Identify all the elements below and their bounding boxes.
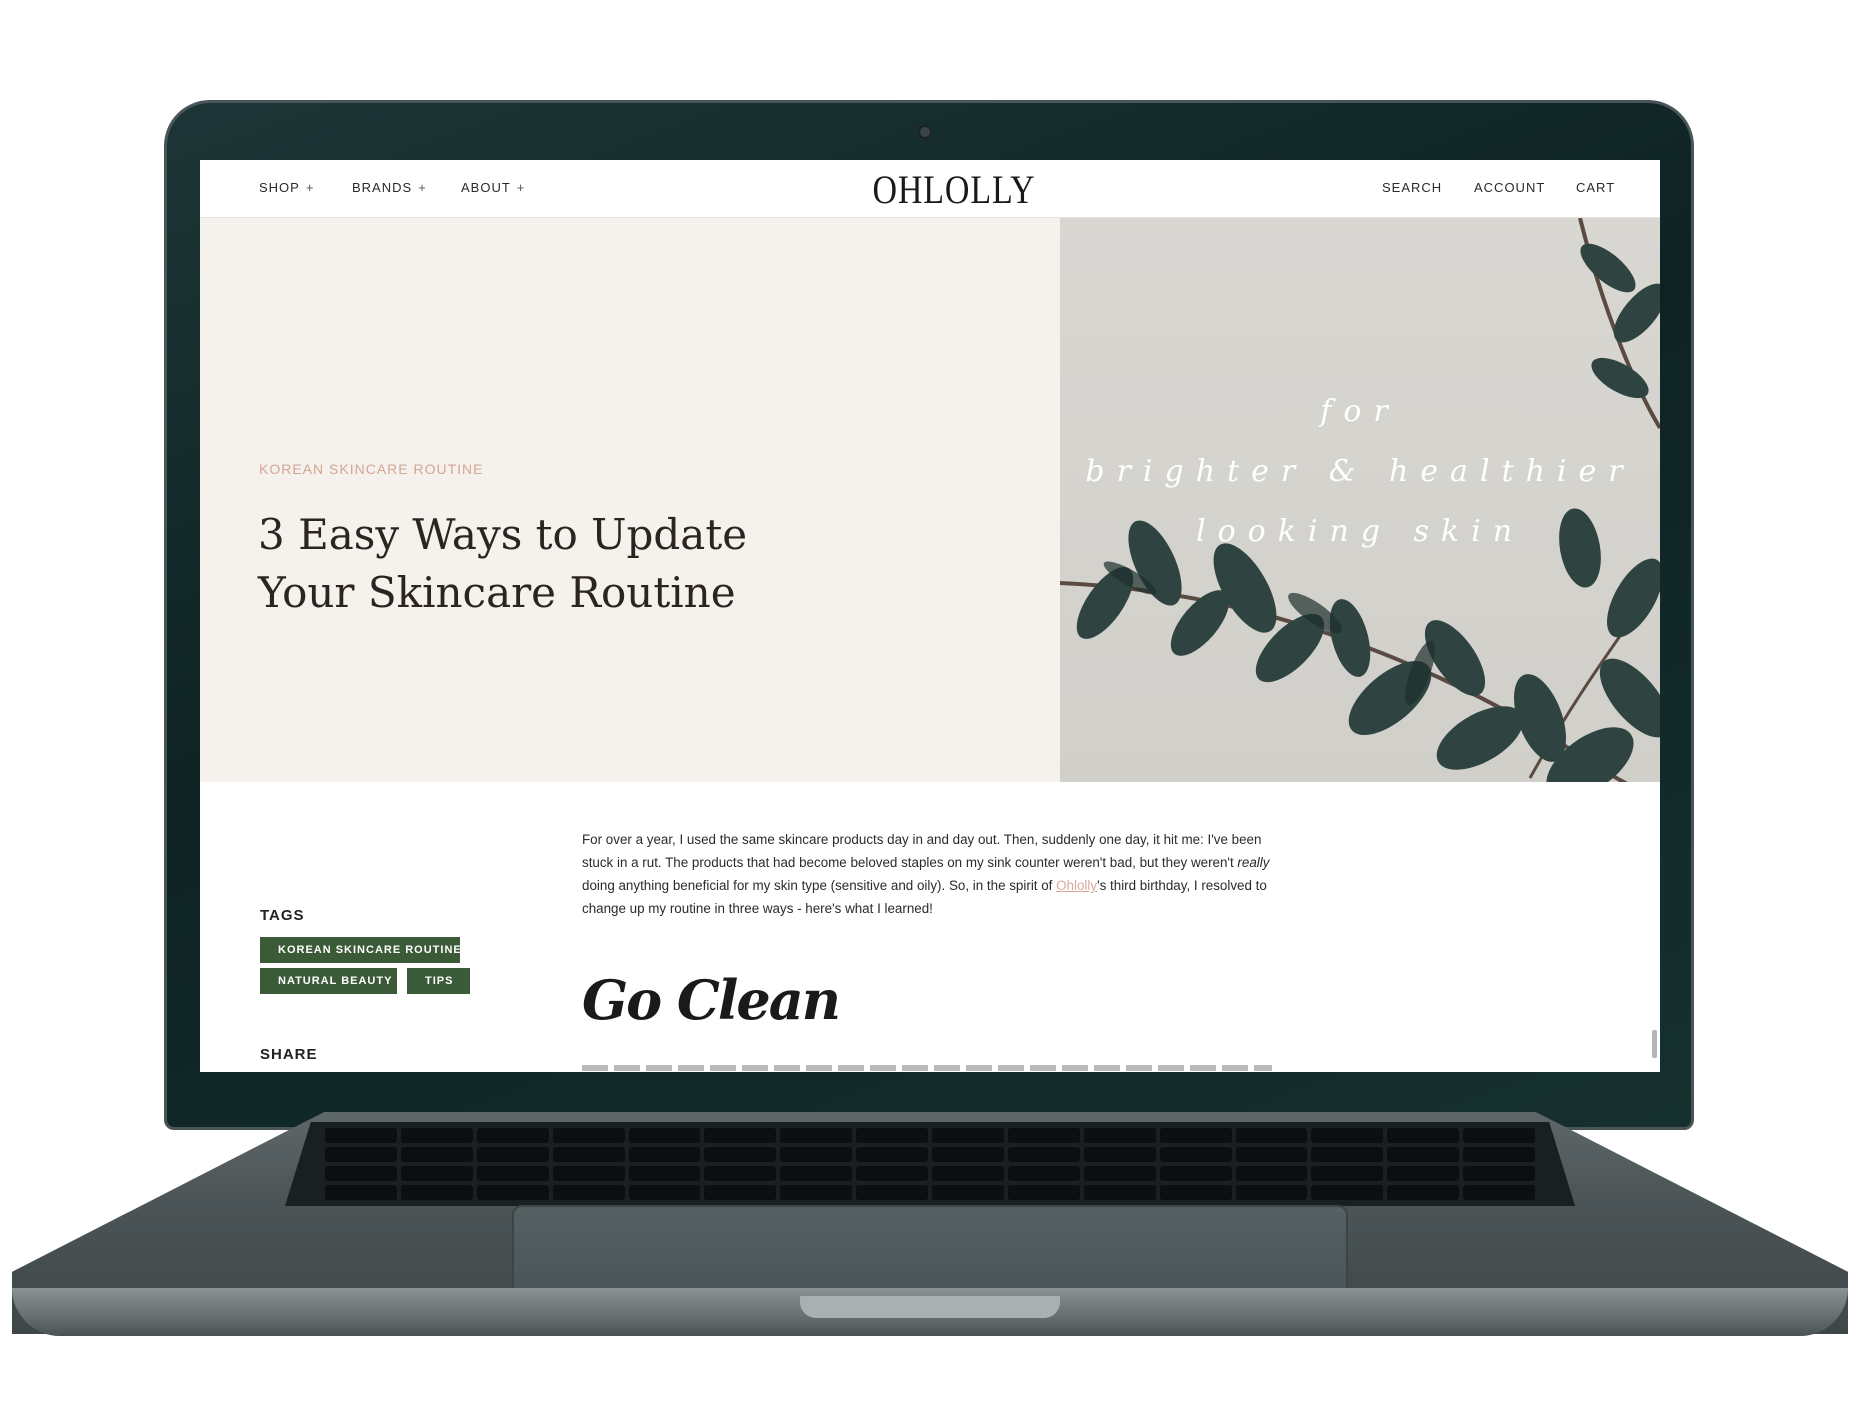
ohlolly-link[interactable]: Ohlolly — [1056, 878, 1097, 893]
nav-brands[interactable]: BRANDS + — [352, 180, 427, 195]
nav-about[interactable]: ABOUT + — [461, 180, 525, 195]
post-title: 3 Easy Ways to Update Your Skincare Rout… — [258, 510, 748, 617]
keyboard-key — [1463, 1185, 1535, 1200]
keyboard-key — [932, 1128, 1004, 1143]
keyboard-key — [780, 1185, 853, 1200]
site-logo[interactable]: OHLOLLY — [873, 166, 1035, 213]
keyboard-key — [476, 1147, 549, 1162]
keyboard-key — [1235, 1128, 1308, 1143]
keyboard-key — [1387, 1128, 1460, 1143]
keyboard-key — [400, 1128, 473, 1143]
keyboard-key — [1007, 1147, 1080, 1162]
trackpad — [512, 1205, 1348, 1301]
keyboard-key — [325, 1128, 397, 1143]
keyboard-key — [1159, 1166, 1232, 1181]
keyboard-key — [476, 1185, 549, 1200]
keyboard-key — [1159, 1147, 1232, 1162]
keyboard-key — [704, 1128, 777, 1143]
keyboard-key — [552, 1185, 625, 1200]
keyboard-key — [628, 1185, 701, 1200]
tag-korean-skincare-routine[interactable]: KOREAN SKINCARE ROUTINE — [260, 937, 461, 963]
keyboard — [285, 1122, 1575, 1206]
next-paragraph-cut-off — [582, 1065, 1272, 1071]
keyboard-key — [400, 1185, 473, 1200]
plus-icon: + — [418, 180, 427, 195]
keyboard-key — [628, 1128, 701, 1143]
hero-quote-line-3: looking skin — [1195, 514, 1525, 549]
keyboard-key — [552, 1128, 625, 1143]
keyboard-key — [1083, 1128, 1156, 1143]
keyboard-key — [476, 1166, 549, 1181]
article-intro-paragraph: For over a year, I used the same skincar… — [582, 832, 1270, 916]
keyboard-key — [780, 1166, 853, 1181]
keyboard-key — [932, 1166, 1004, 1181]
tag-natural-beauty[interactable]: NATURAL BEAUTY — [260, 968, 397, 994]
nav-cart[interactable]: CART — [1576, 180, 1615, 195]
hero-text-panel: KOREAN SKINCARE ROUTINE 3 Easy Ways to U… — [200, 218, 1060, 782]
keyboard-key — [1083, 1147, 1156, 1162]
keyboard-key — [932, 1185, 1004, 1200]
keyboard-key — [325, 1166, 397, 1181]
keyboard-key — [704, 1147, 777, 1162]
lid-opening-notch — [800, 1296, 1060, 1318]
tags-heading: TAGS — [260, 907, 305, 924]
hero-quote-line-2: brighter & healthier — [1085, 454, 1635, 489]
tag-tips[interactable]: TIPS — [407, 968, 470, 994]
nav-account[interactable]: ACCOUNT — [1474, 180, 1545, 195]
nav-shop[interactable]: SHOP + — [259, 180, 314, 195]
section-heading: Go Clean — [582, 968, 841, 1032]
keyboard-key — [400, 1147, 473, 1162]
webcam — [918, 125, 932, 139]
keyboard-key — [1083, 1166, 1156, 1181]
keyboard-key — [628, 1147, 701, 1162]
keyboard-key — [1311, 1166, 1384, 1181]
keyboard-key — [1387, 1185, 1460, 1200]
site-header: SHOP + BRANDS + ABOUT + OHLOLLY SEARCH ACCO… — [200, 160, 1660, 218]
keyboard-key — [1235, 1166, 1308, 1181]
hero-quote-line-1: for — [1320, 394, 1400, 429]
keyboard-key — [856, 1147, 928, 1162]
plus-icon: + — [305, 180, 315, 195]
keyboard-key — [856, 1128, 928, 1143]
keyboard-key — [1311, 1185, 1384, 1200]
keyboard-key — [1007, 1166, 1080, 1181]
scrollbar-thumb[interactable] — [1652, 1030, 1657, 1058]
keyboard-key — [704, 1166, 777, 1181]
keyboard-key — [325, 1147, 397, 1162]
keyboard-key — [552, 1166, 625, 1181]
keyboard-key — [325, 1185, 397, 1200]
keyboard-key — [1311, 1128, 1384, 1143]
keyboard-key — [1159, 1128, 1232, 1143]
eucalyptus-image — [1060, 218, 1660, 782]
keyboard-key — [1387, 1147, 1460, 1162]
nav-search[interactable]: SEARCH — [1382, 180, 1442, 195]
keyboard-key — [780, 1128, 853, 1143]
keyboard-key — [1387, 1166, 1460, 1181]
keyboard-key — [1463, 1128, 1535, 1143]
hero-image: for brighter & healthier looking skin — [1060, 218, 1660, 782]
keyboard-key — [400, 1166, 473, 1181]
keyboard-key — [780, 1147, 853, 1162]
keyboard-key — [1235, 1147, 1308, 1162]
keyboard-key — [476, 1128, 549, 1143]
keyboard-key — [1007, 1128, 1080, 1143]
keyboard-key — [1159, 1185, 1232, 1200]
keyboard-key — [552, 1147, 625, 1162]
keyboard-key — [628, 1166, 701, 1181]
keyboard-key — [1235, 1185, 1308, 1200]
keyboard-key — [856, 1185, 928, 1200]
keyboard-key — [1083, 1185, 1156, 1200]
keyboard-key — [856, 1166, 928, 1181]
post-category[interactable]: KOREAN SKINCARE ROUTINE — [259, 461, 483, 477]
keyboard-key — [932, 1147, 1004, 1162]
keyboard-key — [1311, 1147, 1384, 1162]
share-heading: SHARE — [260, 1046, 318, 1063]
plus-icon: + — [516, 180, 526, 195]
keyboard-key — [704, 1185, 777, 1200]
browser-viewport: SHOP + BRANDS + ABOUT + OHLOLLY SEARCH ACCO… — [200, 160, 1660, 1072]
keyboard-key — [1463, 1147, 1535, 1162]
keyboard-key — [1007, 1185, 1080, 1200]
keyboard-key — [1463, 1166, 1535, 1181]
